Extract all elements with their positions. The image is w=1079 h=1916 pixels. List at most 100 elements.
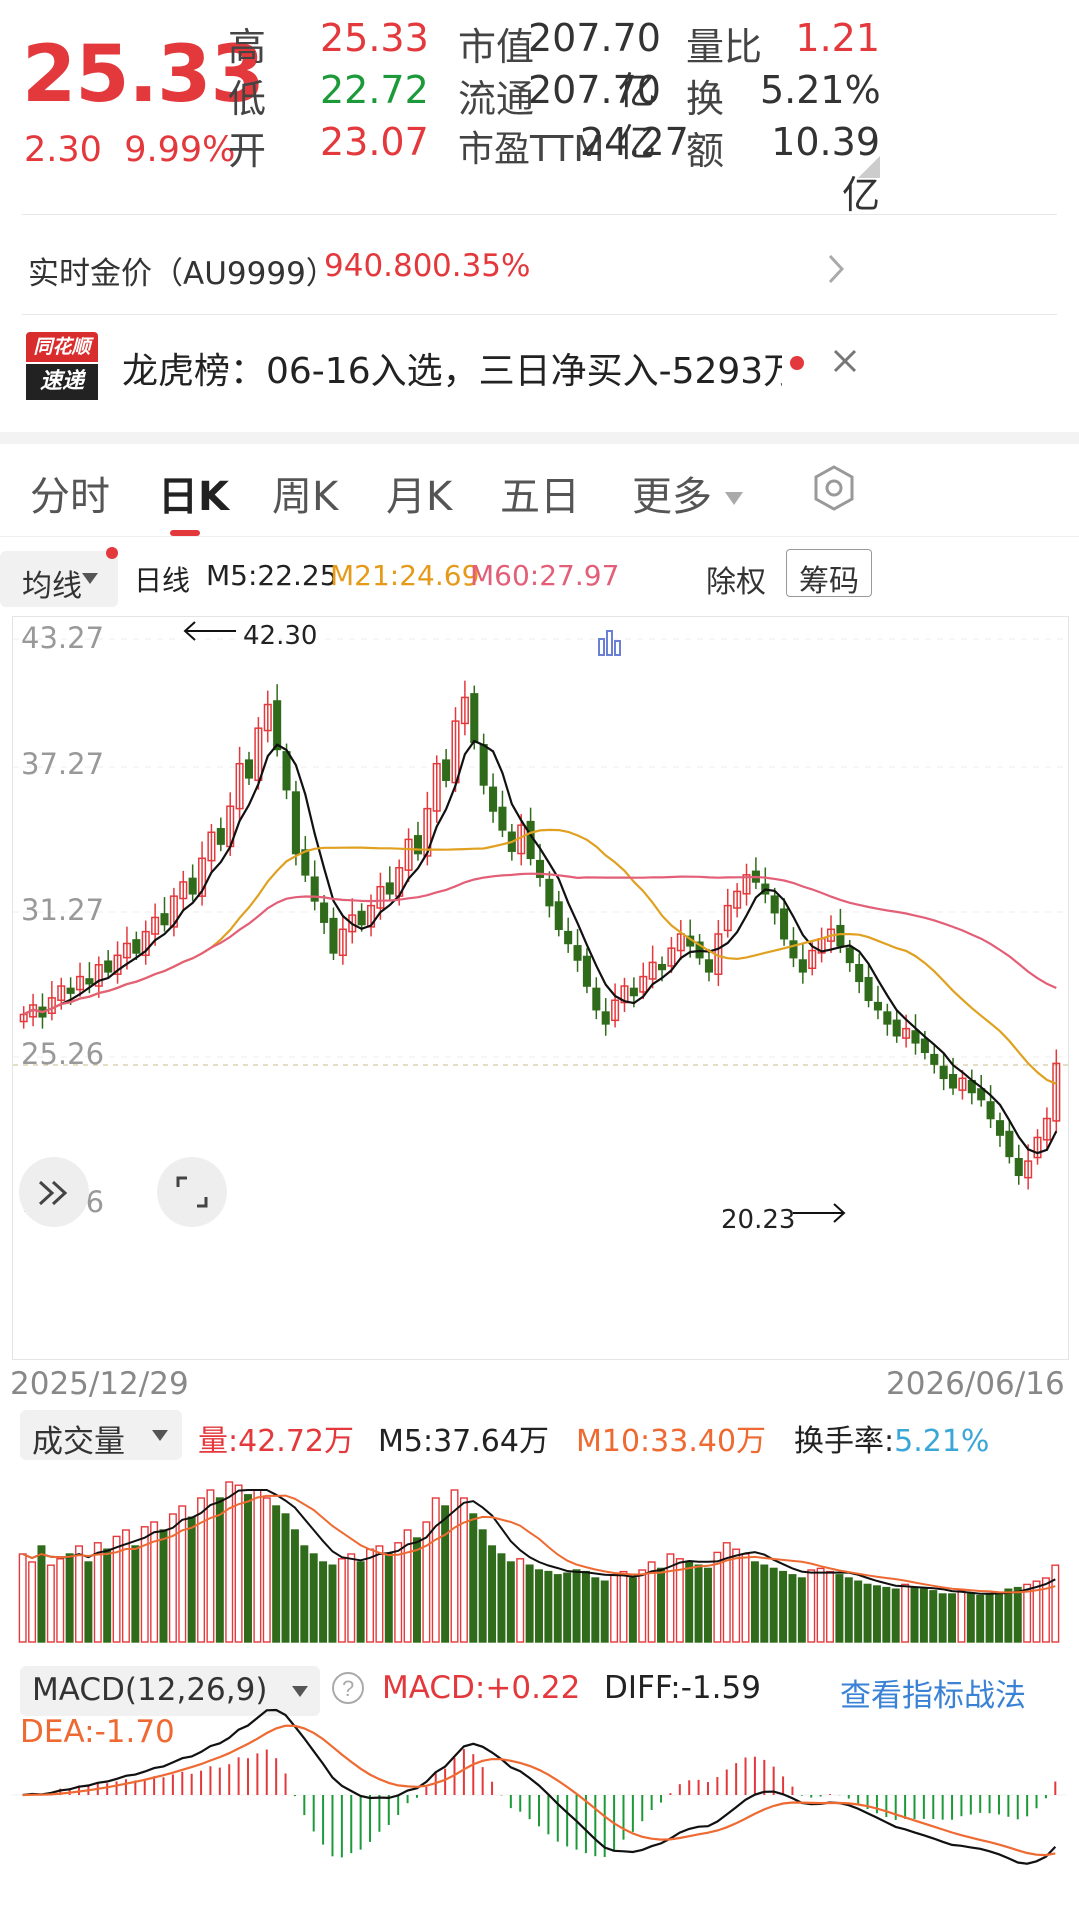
- float-label: 流通: [458, 77, 535, 121]
- volume-bar: [910, 1586, 919, 1643]
- volume-bar: [1051, 1564, 1060, 1643]
- ths-logo: 同花顺 速递: [26, 332, 98, 402]
- volume-chart[interactable]: [12, 1464, 1067, 1644]
- ma-selector[interactable]: 均线: [0, 551, 118, 607]
- volume-bar: [431, 1497, 440, 1643]
- double-chevron-right-icon: [38, 1180, 68, 1206]
- volume-bar: [309, 1553, 318, 1643]
- volume-bar: [826, 1570, 834, 1643]
- volume-bar: [619, 1570, 628, 1643]
- open-label: 开: [228, 129, 267, 173]
- candle: [770, 895, 779, 914]
- low-value: 22.72: [320, 68, 429, 112]
- volume-bar: [215, 1497, 224, 1643]
- kline-chart[interactable]: 43.27 37.27 31.27 25.26 19.26 42.30 20.2…: [12, 616, 1069, 1360]
- volume-bar: [891, 1588, 900, 1643]
- ma5-line: [23, 739, 1058, 1155]
- low-label: 低: [228, 77, 267, 121]
- candle: [601, 1011, 610, 1025]
- volume-bar: [225, 1481, 234, 1643]
- candle: [66, 987, 75, 994]
- volume-bar: [976, 1594, 985, 1643]
- active-tab-indicator: [170, 530, 200, 536]
- news-headline[interactable]: 龙虎榜：06-16入选，三日净买入-5293万…: [122, 342, 782, 394]
- notify-dot: [106, 547, 118, 559]
- volume-bar: [797, 1577, 806, 1643]
- volume-bar: [178, 1505, 187, 1643]
- ma-selector-label: 均线: [22, 569, 82, 604]
- chips-button[interactable]: 筹码: [786, 549, 872, 599]
- change-value: 2.30: [24, 130, 102, 170]
- caret-down-icon: [152, 1430, 168, 1441]
- volume-bar: [844, 1577, 853, 1643]
- volume-bar: [319, 1561, 328, 1643]
- candle: [85, 978, 94, 985]
- volume-bar: [384, 1553, 393, 1643]
- volume-bar: [807, 1569, 816, 1643]
- volume-bar: [84, 1561, 93, 1643]
- volume-m5: M5:37.64万: [378, 1424, 549, 1459]
- volume-bar: [516, 1558, 525, 1643]
- tab-monthly-k[interactable]: 月K: [386, 464, 452, 522]
- volume-bar: [788, 1574, 797, 1643]
- volume-bar: [929, 1590, 938, 1643]
- candle: [995, 1120, 1005, 1136]
- volume-m10: M10:33.40万: [576, 1424, 767, 1459]
- candle: [911, 1030, 920, 1044]
- turnover-rate-value: 5.21%: [894, 1424, 990, 1459]
- volume-selector[interactable]: 成交量: [20, 1410, 182, 1460]
- max-arrow-icon: [183, 621, 236, 641]
- volume-bar: [488, 1545, 497, 1643]
- news-ticker[interactable]: 同花顺 速递 龙虎榜：06-16入选，三日净买入-5293万…: [0, 320, 1079, 430]
- macd-chart[interactable]: [12, 1700, 1067, 1910]
- tab-daily-k[interactable]: 日K: [158, 464, 229, 522]
- volume-bar: [168, 1513, 177, 1643]
- dea-line: [22, 1724, 1056, 1857]
- candle: [930, 1053, 939, 1065]
- y-label-2: 37.27: [21, 747, 105, 781]
- volume-bar: [1023, 1583, 1032, 1643]
- candle: [442, 759, 451, 781]
- ma5-value: M5:22.25: [206, 559, 338, 592]
- volume-bar: [994, 1591, 1003, 1643]
- bar-chart-toggle-icon[interactable]: [597, 627, 623, 657]
- chips-label: 筹码: [799, 564, 859, 599]
- volume-bar: [234, 1484, 243, 1643]
- period-tabs: 分时 日K 周K 月K 五日 更多: [0, 444, 1079, 537]
- tab-weekly-k[interactable]: 周K: [272, 464, 338, 522]
- fullscreen-button[interactable]: [157, 1157, 227, 1227]
- volume-bar: [769, 1567, 778, 1643]
- volume-bar: [366, 1548, 375, 1643]
- volume-bar: [131, 1545, 140, 1643]
- chevron-right-icon: [828, 254, 845, 284]
- volratio-label: 量比: [686, 25, 763, 69]
- close-icon[interactable]: [832, 348, 858, 374]
- volume-bar: [1004, 1588, 1013, 1643]
- tab-more[interactable]: 更多: [632, 464, 743, 522]
- expand-corner-icon[interactable]: [858, 156, 880, 178]
- amount-label: 额: [686, 129, 725, 173]
- volume-bar: [657, 1567, 666, 1643]
- price-change: 2.30 9.99%: [24, 130, 235, 170]
- scroll-to-latest-button[interactable]: [19, 1157, 89, 1227]
- turnover-value: 5.21%: [760, 68, 881, 112]
- volume-canvas: [18, 1481, 1060, 1643]
- volume-bar: [478, 1529, 487, 1643]
- volume-bar: [544, 1570, 553, 1643]
- volume-bar: [300, 1545, 309, 1643]
- volume-bar: [356, 1561, 365, 1643]
- settings-hexagon-icon[interactable]: [812, 464, 856, 512]
- unread-dot: [790, 356, 804, 370]
- macd-canvas: [12, 1708, 1067, 1865]
- ex-rights-toggle[interactable]: 除权: [706, 557, 766, 601]
- candle: [573, 945, 582, 961]
- volume-bar: [328, 1564, 337, 1643]
- tab-intraday[interactable]: 分时: [30, 464, 110, 522]
- volume-bar: [262, 1497, 271, 1643]
- tab-five-day[interactable]: 五日: [500, 464, 580, 522]
- candle: [883, 1011, 892, 1025]
- volume-value: 量:42.72万: [198, 1424, 354, 1459]
- candle: [470, 693, 479, 744]
- gold-price-row[interactable]: 实时金价（AU9999） 940.80 0.35%: [0, 222, 1079, 310]
- candle: [244, 759, 254, 779]
